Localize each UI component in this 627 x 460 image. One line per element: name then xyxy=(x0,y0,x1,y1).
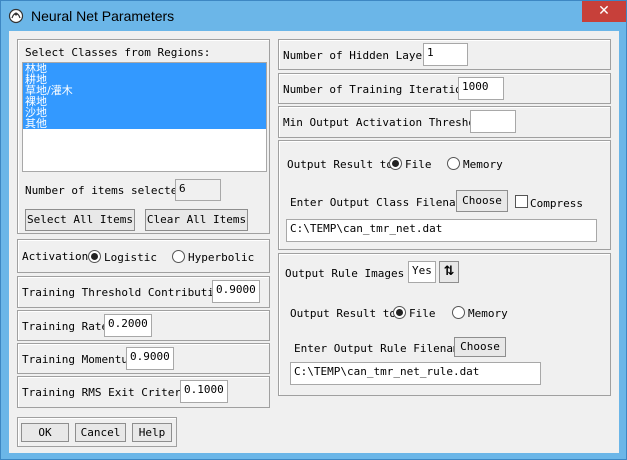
logistic-radio[interactable] xyxy=(88,250,101,263)
hyperbolic-radio[interactable] xyxy=(172,250,185,263)
select-all-button[interactable]: Select All Items xyxy=(25,209,135,231)
class-list-item[interactable]: 林地 xyxy=(23,63,266,74)
output-rule-filename-label: Enter Output Rule Filename xyxy=(294,342,467,355)
training-iterations-label: Number of Training Iterations xyxy=(283,83,476,96)
activation-label: Activation xyxy=(22,250,89,263)
output-rule-filename-input[interactable]: C:\TEMP\can_tmr_net_rule.dat xyxy=(290,362,541,385)
class-list-heading: Select Classes from Regions: xyxy=(25,46,211,59)
class-selection-panel: Select Classes from Regions: 林地 耕地 草地/灌木… xyxy=(17,39,270,234)
output-class-memory-radio[interactable] xyxy=(447,157,460,170)
hidden-layers-panel: Number of Hidden Layers 1 xyxy=(278,39,611,70)
min-activation-input[interactable] xyxy=(470,110,516,133)
hyperbolic-label[interactable]: Hyperbolic xyxy=(188,251,254,264)
items-selected-label: Number of items selected: xyxy=(25,184,191,197)
footer-button-bar: OK Cancel Help xyxy=(17,417,177,447)
rms-exit-panel: Training RMS Exit Criteria 0.1000 xyxy=(17,376,270,408)
logistic-label[interactable]: Logistic xyxy=(104,251,157,264)
class-listbox[interactable]: 林地 耕地 草地/灌木 裸地 沙地 其他 xyxy=(22,62,267,172)
output-rule-result-label: Output Result to xyxy=(290,307,396,320)
output-rule-file-label[interactable]: File xyxy=(409,307,436,320)
threshold-contribution-input[interactable]: 0.9000 xyxy=(212,280,260,303)
training-rate-label: Training Rate xyxy=(22,320,109,333)
training-iterations-input[interactable]: 1000 xyxy=(458,77,504,100)
output-rule-memory-radio[interactable] xyxy=(452,306,465,319)
close-icon[interactable]: ✕ xyxy=(582,1,626,22)
window-title: Neural Net Parameters xyxy=(31,8,175,24)
output-class-choose-button[interactable]: Choose xyxy=(456,190,508,212)
threshold-contribution-panel: Training Threshold Contribution 0.9000 xyxy=(17,276,270,308)
class-list-item[interactable]: 裸地 xyxy=(23,96,266,107)
output-class-memory-label[interactable]: Memory xyxy=(463,158,503,171)
output-class-file-label[interactable]: File xyxy=(405,158,432,171)
output-rule-images-label: Output Rule Images ? xyxy=(285,267,418,280)
toggle-updown-icon[interactable]: ⇅ xyxy=(439,261,459,283)
hidden-layers-input[interactable]: 1 xyxy=(423,43,468,66)
output-class-panel: Output Result to File Memory Enter Outpu… xyxy=(278,140,611,250)
rms-exit-input[interactable]: 0.1000 xyxy=(180,380,228,403)
items-selected-count: 6 xyxy=(175,179,221,201)
training-iterations-panel: Number of Training Iterations 1000 xyxy=(278,73,611,104)
training-momentum-label: Training Momentum xyxy=(22,353,135,366)
min-activation-label: Min Output Activation Threshold xyxy=(283,116,489,129)
threshold-contribution-label: Training Threshold Contribution xyxy=(22,286,228,299)
class-list-item[interactable]: 其他 xyxy=(23,118,266,129)
ok-button[interactable]: OK xyxy=(21,423,69,442)
training-rate-panel: Training Rate 0.2000 xyxy=(17,310,270,341)
cancel-button[interactable]: Cancel xyxy=(75,423,126,442)
app-icon xyxy=(8,8,24,24)
training-rate-input[interactable]: 0.2000 xyxy=(104,314,152,337)
min-activation-panel: Min Output Activation Threshold xyxy=(278,106,611,138)
output-class-filename-input[interactable]: C:\TEMP\can_tmr_net.dat xyxy=(286,219,597,242)
dialog-window: Neural Net Parameters ✕ Select Classes f… xyxy=(0,0,627,460)
output-rule-file-radio[interactable] xyxy=(393,306,406,319)
output-rule-choose-button[interactable]: Choose xyxy=(454,337,506,357)
help-button[interactable]: Help xyxy=(132,423,172,442)
output-class-file-radio[interactable] xyxy=(389,157,402,170)
output-class-filename-label: Enter Output Class Filename xyxy=(290,196,469,209)
clear-all-button[interactable]: Clear All Items xyxy=(145,209,248,231)
hidden-layers-label: Number of Hidden Layers xyxy=(283,49,436,62)
output-class-result-label: Output Result to xyxy=(287,158,393,171)
training-momentum-panel: Training Momentum 0.9000 xyxy=(17,343,270,374)
compress-label[interactable]: Compress xyxy=(530,197,583,210)
output-rule-images-value[interactable]: Yes xyxy=(408,261,436,283)
output-rule-memory-label[interactable]: Memory xyxy=(468,307,508,320)
rms-exit-label: Training RMS Exit Criteria xyxy=(22,386,195,399)
compress-checkbox[interactable] xyxy=(515,195,528,208)
dialog-body: Select Classes from Regions: 林地 耕地 草地/灌木… xyxy=(9,31,619,453)
activation-panel: Activation Logistic Hyperbolic xyxy=(17,239,270,273)
title-bar[interactable]: Neural Net Parameters ✕ xyxy=(1,1,626,31)
training-momentum-input[interactable]: 0.9000 xyxy=(126,347,174,370)
output-rule-panel: Output Rule Images ? Yes ⇅ Output Result… xyxy=(278,253,611,396)
class-list-item[interactable]: 草地/灌木 xyxy=(23,85,266,96)
class-list-item[interactable]: 沙地 xyxy=(23,107,266,118)
